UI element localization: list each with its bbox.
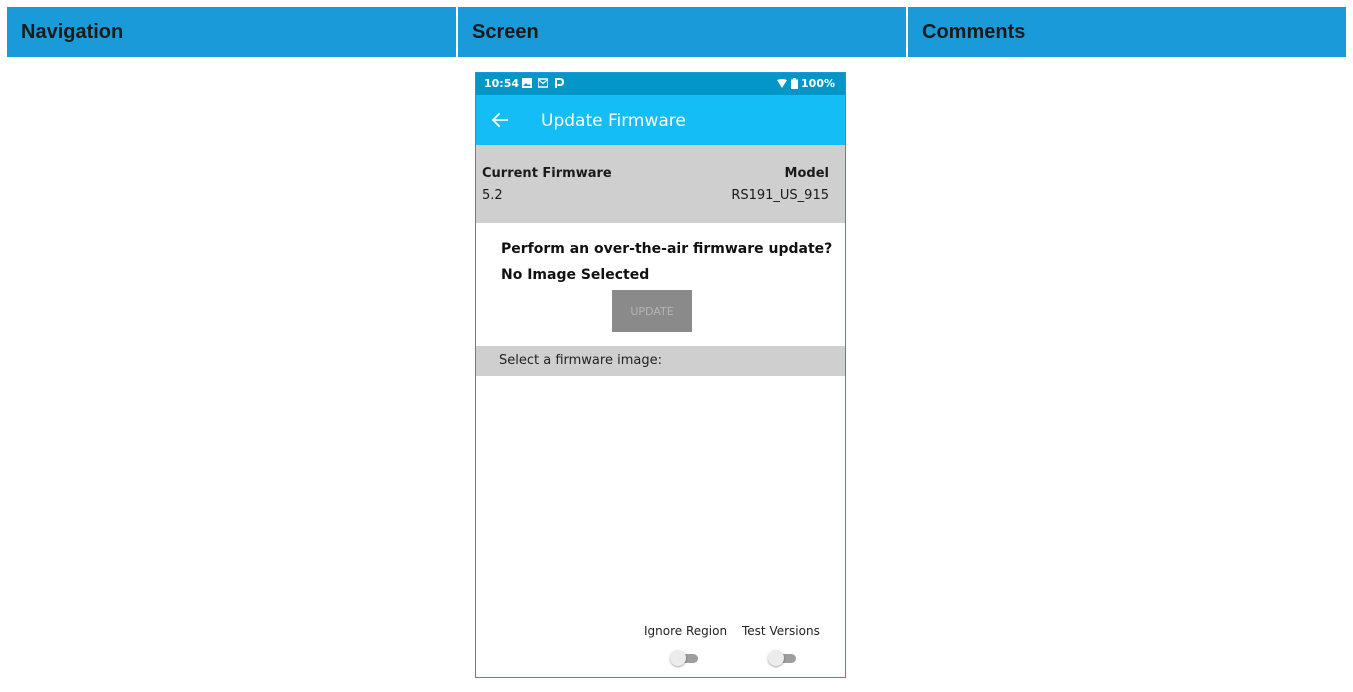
test-versions-label: Test Versions — [742, 624, 820, 638]
p-app-icon — [555, 78, 564, 88]
firmware-image-list[interactable] — [476, 376, 845, 616]
battery-percent: 100% — [801, 77, 835, 90]
update-prompt: Perform an over-the-air firmware update? — [501, 241, 833, 257]
app-bar: Update Firmware — [476, 95, 845, 145]
phone-screenshot: 10:54 100% Update Firmware Current Firmw… — [475, 72, 846, 678]
selection-status: No Image Selected — [501, 267, 650, 283]
firmware-info-panel: Current Firmware 5.2 Model RS191_US_915 — [476, 145, 845, 223]
ignore-region-label: Ignore Region — [644, 624, 728, 638]
status-bar: 10:54 100% — [476, 73, 845, 95]
current-firmware-value: 5.2 — [482, 188, 503, 203]
model-value: RS191_US_915 — [731, 188, 829, 203]
table-header-row: Navigation Screen Comments — [7, 7, 1346, 57]
select-image-header: Select a firmware image: — [476, 346, 845, 376]
battery-icon — [791, 78, 798, 89]
test-versions-toggle[interactable] — [768, 650, 798, 666]
column-header-navigation: Navigation — [7, 7, 458, 57]
select-image-label: Select a firmware image: — [499, 353, 662, 368]
toggle-thumb — [768, 650, 784, 666]
arrow-left-icon[interactable] — [488, 108, 512, 132]
toggle-thumb — [670, 650, 686, 666]
model-label: Model — [784, 166, 829, 181]
ignore-region-toggle[interactable] — [670, 650, 700, 666]
wifi-icon — [777, 79, 787, 88]
current-firmware-label: Current Firmware — [482, 166, 612, 181]
image-icon — [522, 78, 532, 88]
status-time: 10:54 — [484, 77, 520, 90]
mail-icon — [538, 78, 548, 88]
column-header-screen: Screen — [458, 7, 908, 57]
update-button[interactable]: UPDATE — [612, 290, 692, 332]
column-header-comments: Comments — [922, 21, 1026, 43]
page-title: Update Firmware — [541, 111, 686, 131]
